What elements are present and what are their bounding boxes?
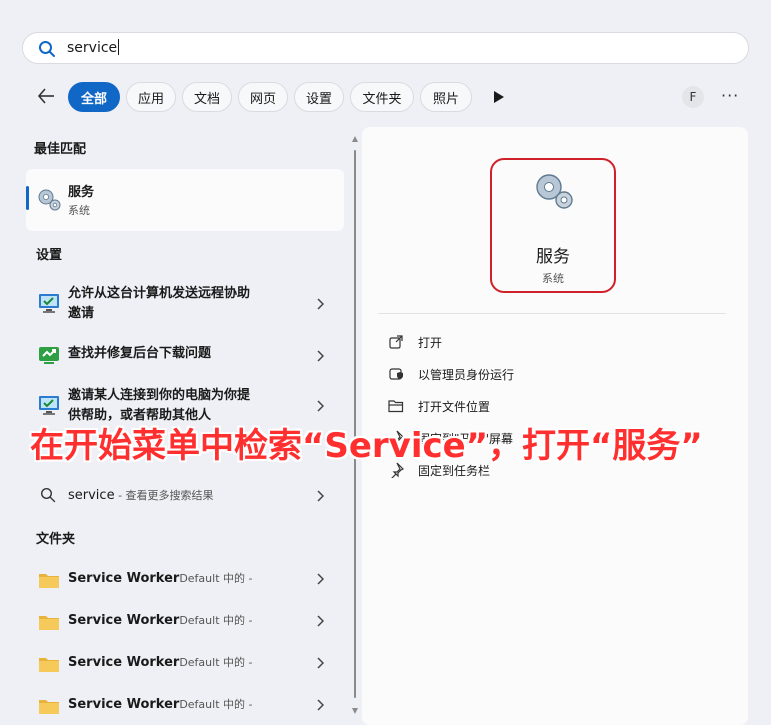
folder-icon [39,700,59,714]
play-more-icon[interactable] [493,90,505,104]
folder-icon [39,658,59,672]
remote-desktop-icon [39,294,59,313]
folder-open-icon [388,400,404,413]
chevron-right-icon [317,615,324,627]
admin-shield-icon [389,368,403,380]
detail-title: 服务 [536,247,570,267]
chevron-right-icon [317,657,324,669]
search-box[interactable]: service [22,32,749,64]
tab-settings[interactable]: 设置 [294,82,344,112]
search-icon [39,41,55,57]
filter-bar: 全部 应用 文档 网页 设置 文件夹 照片 F ··· [0,80,771,114]
tab-web[interactable]: 网页 [238,82,288,112]
instruction-annotation: 在开始菜单中检索“Service”，打开“服务” [30,426,703,466]
back-arrow-icon[interactable] [36,86,56,106]
folder-icon [39,574,59,588]
troubleshoot-icon [39,347,59,364]
folder-item[interactable]: Service WorkerDefault 中的 - [26,611,344,633]
scroll-down-arrow-icon[interactable] [352,708,358,714]
web-search-label: service - 查看更多搜索结果 [68,488,214,503]
action-label: 打开文件位置 [418,400,491,414]
folder-item[interactable]: Service WorkerDefault 中的 - [26,695,344,717]
folder-label: Service WorkerDefault 中的 - [68,571,253,586]
settings-item-label: 允许从这台计算机发送远程协助 邀请 [68,286,251,321]
chevron-right-icon [317,350,324,362]
folder-icon [39,616,59,630]
selection-indicator [26,186,29,210]
chevron-right-icon [317,298,324,310]
tab-all[interactable]: 全部 [68,82,120,112]
tab-apps[interactable]: 应用 [126,82,176,112]
chevron-right-icon [317,699,324,711]
tab-photos[interactable]: 照片 [420,82,472,112]
detail-header-highlight: 服务 系统 [490,158,616,293]
services-gear-icon [38,189,61,211]
section-title-best-match: 最佳匹配 [34,142,87,157]
best-match-subtitle: 系统 [68,204,90,217]
services-gear-icon [536,174,573,209]
scroll-up-arrow-icon[interactable] [352,136,358,142]
open-external-icon [389,335,403,349]
search-input[interactable]: service [67,39,120,56]
web-search-item[interactable]: service - 查看更多搜索结果 [26,486,344,508]
section-title-settings: 设置 [36,248,63,263]
tab-documents[interactable]: 文档 [182,82,232,112]
more-options-button[interactable]: ··· [721,86,739,106]
divider [378,313,726,314]
tab-folders[interactable]: 文件夹 [350,82,414,112]
avatar[interactable]: F [682,86,704,108]
action-label: 打开 [418,336,443,350]
settings-item-background-download[interactable]: 查找并修复后台下载问题 [26,342,344,368]
best-match-title: 服务 [68,185,95,200]
text-caret [118,39,120,55]
section-title-folders: 文件夹 [36,532,76,547]
settings-item-remote-assistance[interactable]: 允许从这台计算机发送远程协助 邀请 [26,282,344,326]
folder-item[interactable]: Service WorkerDefault 中的 - [26,569,344,591]
folder-item[interactable]: Service WorkerDefault 中的 - [26,653,344,675]
search-icon [40,487,56,503]
folder-label: Service WorkerDefault 中的 - [68,613,253,628]
chevron-right-icon [317,490,324,502]
chevron-right-icon [317,400,324,412]
best-match-item[interactable]: 服务 系统 [26,169,344,231]
action-label: 以管理员身份运行 [418,368,515,382]
chevron-right-icon [317,573,324,585]
remote-assistance-icon [39,396,59,415]
detail-subtitle: 系统 [542,272,564,285]
folder-label: Service WorkerDefault 中的 - [68,655,253,670]
folder-label: Service WorkerDefault 中的 - [68,697,253,712]
settings-item-label: 查找并修复后台下载问题 [68,346,212,361]
